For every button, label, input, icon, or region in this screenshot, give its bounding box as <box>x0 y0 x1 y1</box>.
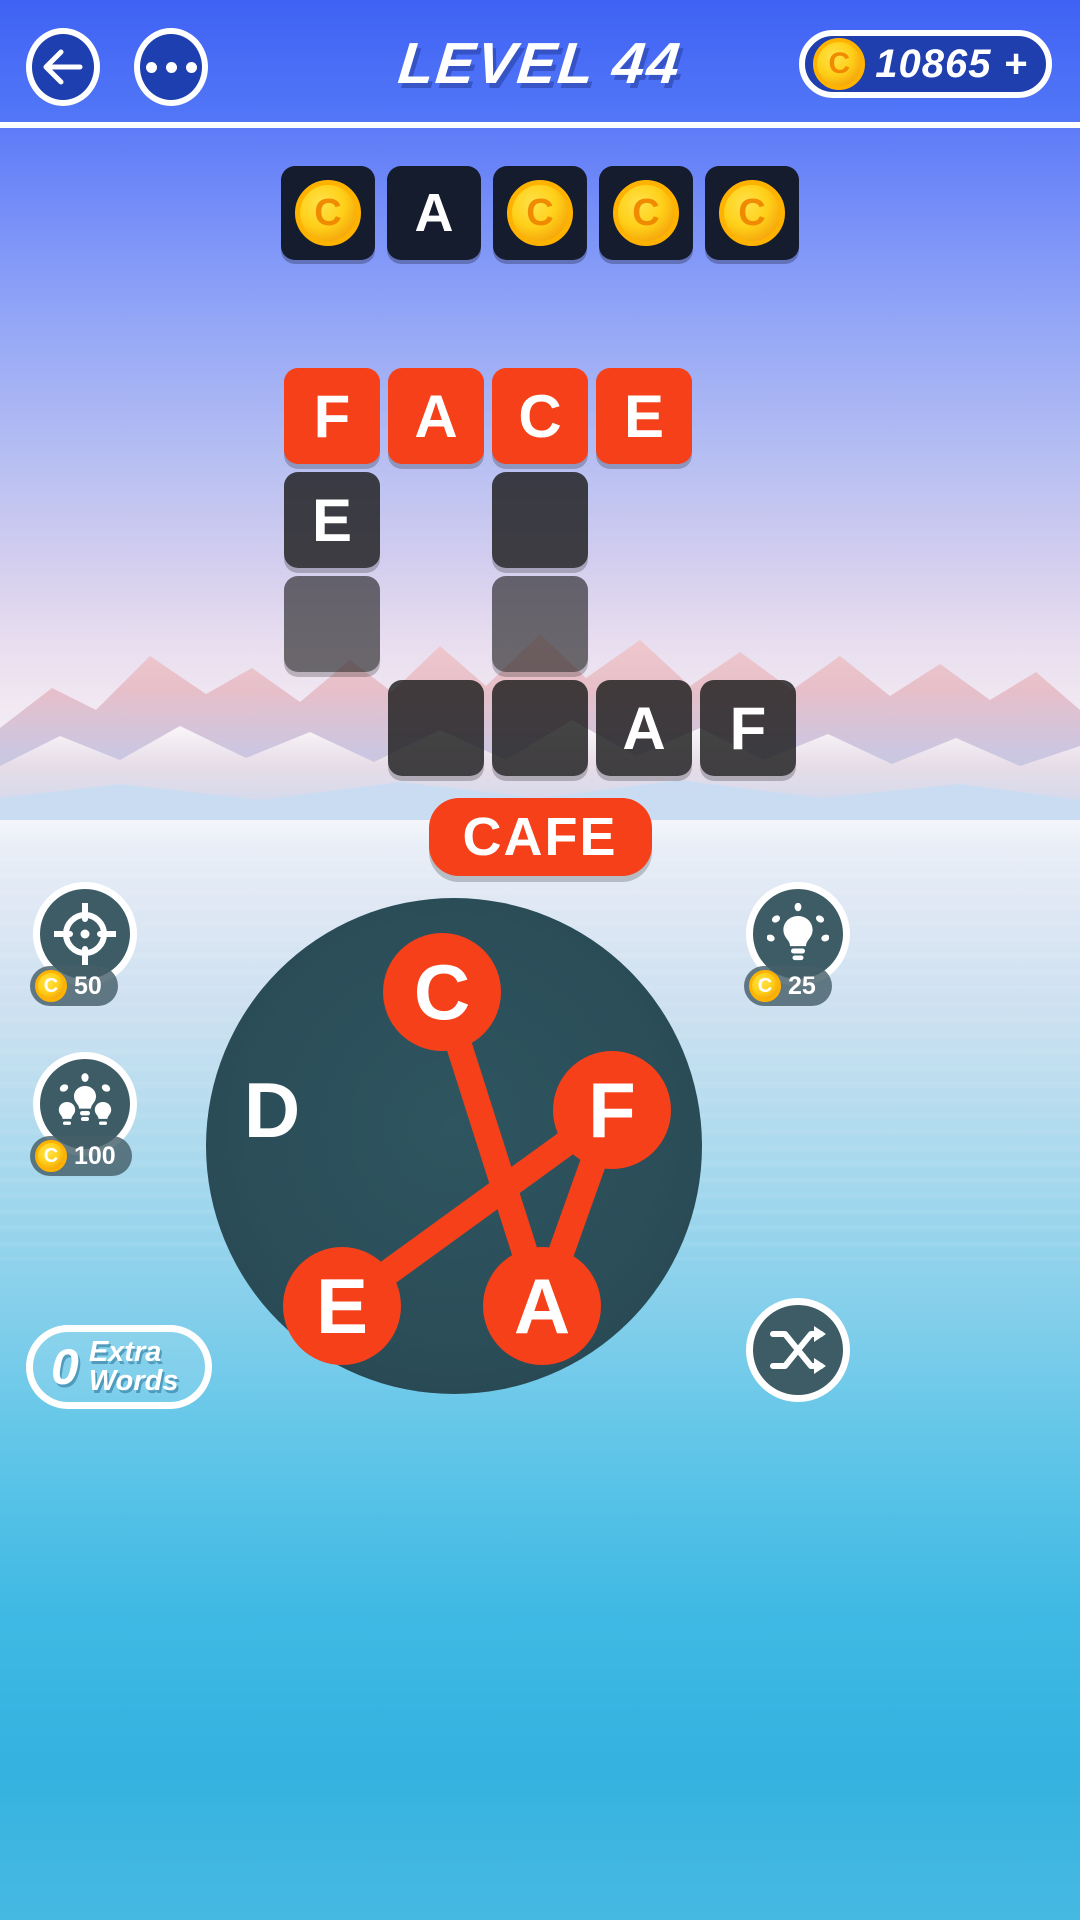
coin-balance[interactable]: C 10865 + <box>799 30 1052 98</box>
bonus-tile[interactable]: A <box>387 166 481 260</box>
crossword-spacer <box>700 472 796 568</box>
wheel-letter-d[interactable]: D <box>213 1051 331 1169</box>
coin-icon: C <box>813 38 866 90</box>
crossword-row: E <box>0 472 1080 576</box>
lightbulb-icon <box>767 903 829 961</box>
crossword-spacer <box>804 680 900 776</box>
crossword-spacer <box>180 576 276 672</box>
crossword-spacer <box>700 576 796 672</box>
crossword-cell[interactable] <box>492 576 588 672</box>
letter-wheel[interactable]: CFAED <box>206 898 702 1394</box>
bonus-tile-row: C A C C C <box>0 166 1080 260</box>
current-word-label: CAFE <box>428 798 652 876</box>
crossword-row: AF <box>0 680 1080 784</box>
bonus-tile[interactable]: C <box>599 166 693 260</box>
crossword-spacer <box>596 472 692 568</box>
crossword-spacer <box>596 576 692 672</box>
coin-icon: C <box>719 180 785 246</box>
extra-words-label: Extra Words <box>89 1338 179 1396</box>
crossword-cell[interactable]: E <box>596 368 692 464</box>
extra-words-line2: Words <box>88 1365 179 1397</box>
coin-icon: C <box>295 180 361 246</box>
crossword-spacer <box>388 576 484 672</box>
wheel-letter-f[interactable]: F <box>553 1051 671 1169</box>
crossword-cell[interactable] <box>388 680 484 776</box>
crossword-spacer <box>180 368 276 464</box>
bonus-tile[interactable]: C <box>281 166 375 260</box>
target-hint-cost: C 50 <box>30 966 118 1006</box>
coin-icon: C <box>507 180 573 246</box>
crossword-spacer <box>180 472 276 568</box>
bulb-hint-cost-label: 25 <box>788 971 816 1000</box>
extra-words-line1: Extra <box>88 1336 162 1368</box>
crossword-spacer <box>180 680 276 776</box>
multi-bulb-hint-cost: C 100 <box>30 1136 132 1176</box>
bonus-tile[interactable]: C <box>493 166 587 260</box>
crossword-cell[interactable]: F <box>700 680 796 776</box>
crossword-spacer <box>804 472 900 568</box>
bonus-tile-letter: A <box>414 183 454 243</box>
crossword-row <box>0 576 1080 680</box>
crossword-spacer <box>804 576 900 672</box>
crossword-spacer <box>284 680 380 776</box>
crossword-spacer <box>388 472 484 568</box>
crossword-cell[interactable] <box>492 680 588 776</box>
wheel-letter-c[interactable]: C <box>383 933 501 1051</box>
crossword-cell[interactable]: E <box>284 472 380 568</box>
multi-bulb-hint-cost-label: 100 <box>74 1141 116 1170</box>
crossword-cell[interactable]: A <box>388 368 484 464</box>
extra-words-button[interactable]: 0 Extra Words <box>26 1325 212 1409</box>
crossword-cell[interactable] <box>284 576 380 672</box>
crossword-cell[interactable]: C <box>492 368 588 464</box>
bonus-tile[interactable]: C <box>705 166 799 260</box>
coin-icon: C <box>749 970 781 1002</box>
coin-icon: C <box>613 180 679 246</box>
shuffle-icon <box>770 1326 826 1374</box>
bulb-hint-cost: C 25 <box>744 966 832 1006</box>
wheel-letter-e[interactable]: E <box>283 1247 401 1365</box>
coin-count-label: 10865 + <box>875 41 1028 86</box>
crossword-row: FACE <box>0 368 1080 472</box>
extra-words-count: 0 <box>51 1339 79 1395</box>
crosshair-icon <box>54 903 116 965</box>
current-word-preview: CAFE <box>0 798 1080 876</box>
crossword-grid: FACEEAF <box>0 368 1080 784</box>
coin-icon: C <box>35 970 67 1002</box>
crossword-cell[interactable]: A <box>596 680 692 776</box>
multi-lightbulb-icon <box>58 1073 112 1125</box>
target-hint-cost-label: 50 <box>74 971 102 1000</box>
crossword-spacer <box>804 368 900 464</box>
crossword-cell[interactable]: F <box>284 368 380 464</box>
crossword-spacer <box>700 368 796 464</box>
top-header-bar: LEVEL 44 C 10865 + <box>0 0 1080 128</box>
wheel-letter-a[interactable]: A <box>483 1247 601 1365</box>
crossword-cell[interactable] <box>492 472 588 568</box>
shuffle-button[interactable] <box>746 1298 850 1402</box>
coin-icon: C <box>35 1140 67 1172</box>
